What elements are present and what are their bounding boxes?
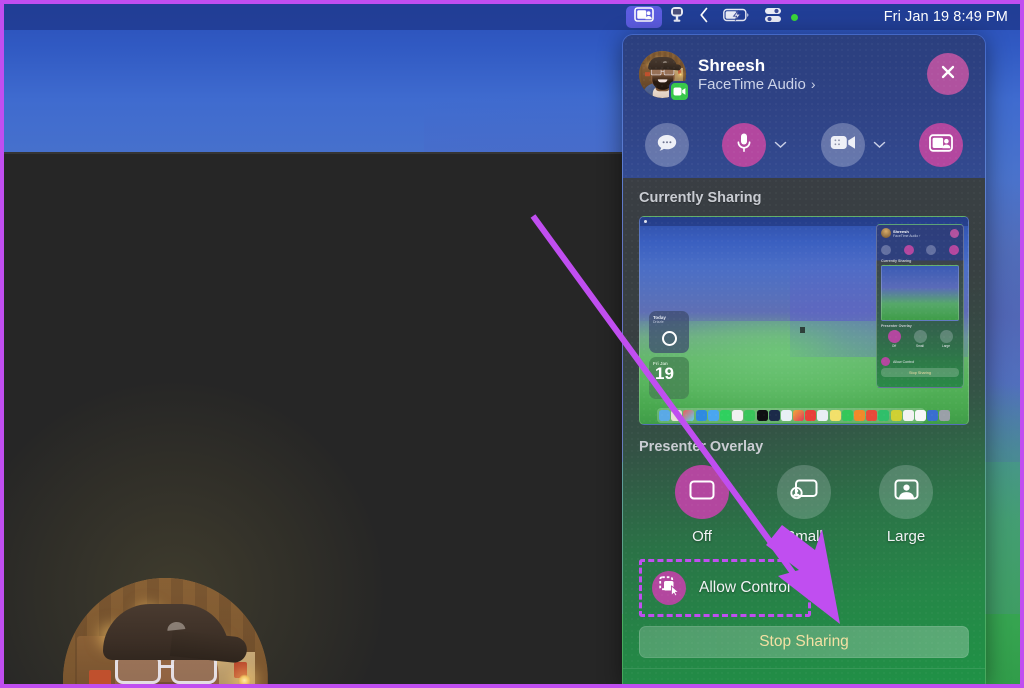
chevron-right-icon: › [810, 76, 816, 93]
preview-nested-stop-sharing: Stop Sharing [909, 370, 931, 375]
microphone-icon [736, 132, 752, 159]
allow-control-icon-circle [652, 571, 686, 605]
desktop-stage: Fri Jan 19 8:49 PM Shreesh FaceTime Audi… [4, 4, 1020, 684]
preview-weather-title: Today [653, 315, 666, 320]
preview-nested-sharing-label: Currently Sharing [881, 259, 912, 263]
person-frame-icon [894, 479, 919, 505]
menubar-item-screen-share[interactable] [626, 6, 662, 28]
preview-nested-popover: Shreesh FaceTime Audio › Currently Shari… [876, 224, 964, 388]
preview-calendar-widget: Fri Jan 19 [649, 357, 689, 399]
caller-status: FaceTime Audio [698, 75, 806, 93]
control-center-icon [764, 7, 782, 28]
microphone-button[interactable] [722, 123, 767, 167]
caller-status-row[interactable]: FaceTime Audio › [698, 76, 816, 94]
facetime-video-icon [669, 81, 690, 102]
menubar-item-microphone[interactable] [662, 6, 692, 28]
close-icon [939, 63, 957, 86]
recording-indicator-dot [791, 13, 798, 21]
video-camera-icon [830, 134, 856, 156]
preview-nested-status: FaceTime Audio › [893, 234, 921, 238]
menu-bar: Fri Jan 19 8:49 PM [622, 4, 1020, 30]
popover-body: Currently Sharing Today Drizzle Fri Jan … [623, 178, 985, 684]
share-screen-button[interactable] [918, 123, 963, 167]
popover-footer [623, 668, 985, 684]
currently-sharing-label: Currently Sharing [639, 190, 762, 206]
video-button[interactable] [820, 123, 865, 167]
message-bubble-icon [656, 133, 678, 158]
menubar-item-collapse[interactable] [692, 6, 716, 28]
caller-row[interactable]: Shreesh FaceTime Audio › [639, 51, 969, 102]
preview-nested-name: Shreesh [893, 229, 909, 234]
preview-nested-off: Off [891, 344, 897, 348]
menubar-item-battery[interactable] [716, 6, 757, 28]
call-controls-row [623, 123, 985, 167]
presenter-overlay-option-off[interactable]: Off [651, 465, 753, 545]
stop-sharing-label: Stop Sharing [759, 633, 849, 650]
preview-nested-large: Large [941, 344, 951, 348]
preview-nested-small: Small [916, 344, 924, 348]
microphone-menu-chevron[interactable] [774, 138, 787, 152]
preview-nested-overlay-label: Presenter Overlay [881, 324, 912, 328]
rectangle-icon [689, 480, 715, 505]
presenter-overlay-options: Off Small Large [623, 455, 985, 545]
microphone-stand-icon [669, 6, 685, 28]
preview-dock [657, 408, 951, 423]
presenter-overlay-off-label: Off [692, 528, 712, 545]
chat-button[interactable] [645, 123, 689, 167]
stop-sharing-button[interactable]: Stop Sharing [639, 626, 969, 658]
allow-control-wrapper: Allow Control [639, 559, 969, 617]
caller-avatar [639, 51, 686, 98]
dashed-rectangle-cursor-icon [659, 575, 680, 601]
presenter-overlay-small-label: Small [785, 528, 823, 545]
shared-screen-preview[interactable]: Today Drizzle Fri Jan 19 Shreesh FaceTim… [639, 216, 969, 425]
menubar-clock[interactable]: Fri Jan 19 8:49 PM [884, 9, 1020, 25]
menubar-item-control-center[interactable] [757, 6, 789, 28]
weather-ring-icon [662, 331, 677, 346]
popover-header: Shreesh FaceTime Audio › [623, 35, 985, 178]
presenter-overlay-large-label: Large [886, 528, 926, 545]
screenshot-root: Fri Jan 19 8:49 PM Shreesh FaceTime Audi… [0, 0, 1024, 688]
preview-cursor-icon [800, 327, 805, 333]
caller-name: Shreesh [698, 55, 766, 75]
presenter-overlay-label: Presenter Overlay [639, 439, 764, 455]
chevron-left-icon [699, 7, 709, 28]
preview-weather-sub: Drizzle [653, 320, 664, 324]
preview-calendar-day: 19 [655, 364, 674, 383]
presenter-overlay-option-small[interactable]: Small [753, 465, 855, 545]
preview-nested-allow-control: Allow Control [893, 359, 915, 364]
caller-info: Shreesh FaceTime Audio › [698, 56, 816, 94]
screen-share-icon [929, 133, 953, 157]
rectangle-person-small-icon [790, 479, 818, 505]
preview-weather-widget: Today Drizzle [649, 311, 689, 353]
presenter-overlay-option-large[interactable]: Large [855, 465, 957, 545]
battery-charging-icon [723, 8, 750, 27]
preview-calendar-title: Fri Jan [653, 361, 668, 366]
screen-share-icon [634, 7, 654, 27]
screen-sharing-popover: Shreesh FaceTime Audio › Currently Shari… [622, 34, 986, 684]
video-menu-chevron[interactable] [873, 138, 886, 152]
allow-control-label: Allow Control [699, 579, 791, 596]
allow-control-row[interactable]: Allow Control [639, 559, 811, 617]
participant-avatar-large [63, 578, 268, 684]
facetime-call-window [4, 152, 622, 684]
close-button[interactable] [927, 53, 969, 95]
